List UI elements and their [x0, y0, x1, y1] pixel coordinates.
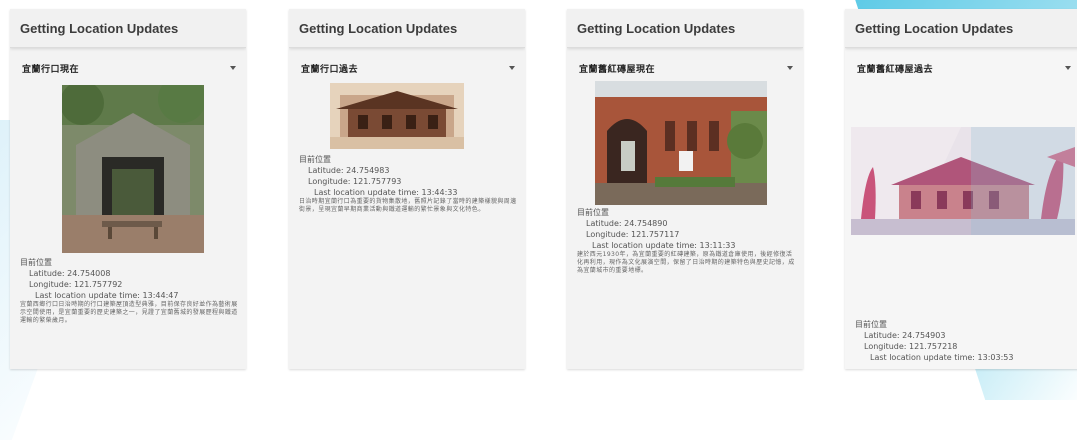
photo-red-brick-present — [595, 81, 767, 205]
update-time-text: Last location update time: 13:44:47 — [35, 291, 179, 300]
phone-screen-2: Getting Location Updates 宜蘭行口過去 目前位置 Lat… — [289, 9, 525, 369]
app-title: Getting Location Updates — [577, 20, 736, 36]
app-bar: Getting Location Updates — [567, 9, 803, 48]
location-photo — [62, 85, 204, 253]
selector-value: 宜蘭舊紅磚屋現在 — [579, 64, 656, 75]
description-text: 宜蘭西鄉行口日治時期的行口建築屋頂造型典雅，目前保存良好並作為藝術展示空間使用，… — [20, 301, 238, 324]
location-selector[interactable]: 宜蘭行口過去 — [301, 60, 515, 76]
update-time-text: Last location update time: 13:44:33 — [314, 188, 458, 197]
phone-screen-3: Getting Location Updates 宜蘭舊紅磚屋現在 目前位置 L… — [567, 9, 803, 369]
latitude-text: Latitude: 24.754903 — [864, 331, 946, 340]
update-time-text: Last location update time: 13:03:53 — [870, 353, 1014, 362]
status-label: 目前位置 — [299, 155, 331, 164]
description-text: 日治時期宜蘭行口為重要的貨物集散地，舊照片記錄了當時的建築樣貌與周邊街景，呈現宜… — [299, 198, 517, 213]
selector-value: 宜蘭舊紅磚屋過去 — [857, 64, 934, 75]
location-info: 目前位置 Latitude: 24.754903 Longitude: 121.… — [855, 319, 1075, 363]
location-photo — [595, 81, 767, 205]
location-photo — [851, 127, 1075, 235]
photo-red-brick-past-sketch — [851, 127, 1075, 235]
phone-screen-1: Getting Location Updates 宜蘭行口現在 目前位置 Lat… — [10, 9, 246, 369]
chevron-down-icon — [1065, 66, 1071, 70]
longitude-text: Longitude: 121.757218 — [864, 342, 958, 351]
app-bar: Getting Location Updates — [10, 9, 246, 48]
location-photo — [330, 83, 464, 149]
longitude-text: Longitude: 121.757117 — [586, 230, 680, 239]
status-label: 目前位置 — [855, 320, 887, 329]
photo-old-gate-present — [62, 85, 204, 253]
app-title: Getting Location Updates — [855, 20, 1014, 36]
chevron-down-icon — [787, 66, 793, 70]
app-bar: Getting Location Updates — [289, 9, 525, 48]
location-info: 目前位置 Latitude: 24.754890 Longitude: 121.… — [577, 207, 797, 275]
chevron-down-icon — [230, 66, 236, 70]
photo-old-gate-past — [330, 83, 464, 149]
description-text: 建於西元1930年，為宜蘭重要的紅磚建築，原為鐵道倉庫使用，後經修復活化再利用，… — [577, 251, 795, 274]
chevron-down-icon — [509, 66, 515, 70]
status-label: 目前位置 — [20, 258, 52, 267]
status-label: 目前位置 — [577, 208, 609, 217]
selector-value: 宜蘭行口現在 — [22, 64, 80, 75]
latitude-text: Latitude: 24.754890 — [586, 219, 668, 228]
location-selector[interactable]: 宜蘭舊紅磚屋過去 — [857, 60, 1071, 76]
location-info: 目前位置 Latitude: 24.754008 Longitude: 121.… — [20, 257, 240, 325]
latitude-text: Latitude: 24.754008 — [29, 269, 111, 278]
app-title: Getting Location Updates — [20, 20, 179, 36]
app-bar: Getting Location Updates — [845, 9, 1077, 48]
longitude-text: Longitude: 121.757793 — [308, 177, 402, 186]
phone-screen-4: Getting Location Updates 宜蘭舊紅磚屋過去 目前位置 L… — [845, 9, 1077, 369]
selector-value: 宜蘭行口過去 — [301, 64, 359, 75]
latitude-text: Latitude: 24.754983 — [308, 166, 390, 175]
location-info: 目前位置 Latitude: 24.754983 Longitude: 121.… — [299, 154, 519, 214]
location-selector[interactable]: 宜蘭行口現在 — [22, 60, 236, 76]
longitude-text: Longitude: 121.757792 — [29, 280, 123, 289]
update-time-text: Last location update time: 13:11:33 — [592, 241, 736, 250]
location-selector[interactable]: 宜蘭舊紅磚屋現在 — [579, 60, 793, 76]
app-title: Getting Location Updates — [299, 20, 458, 36]
